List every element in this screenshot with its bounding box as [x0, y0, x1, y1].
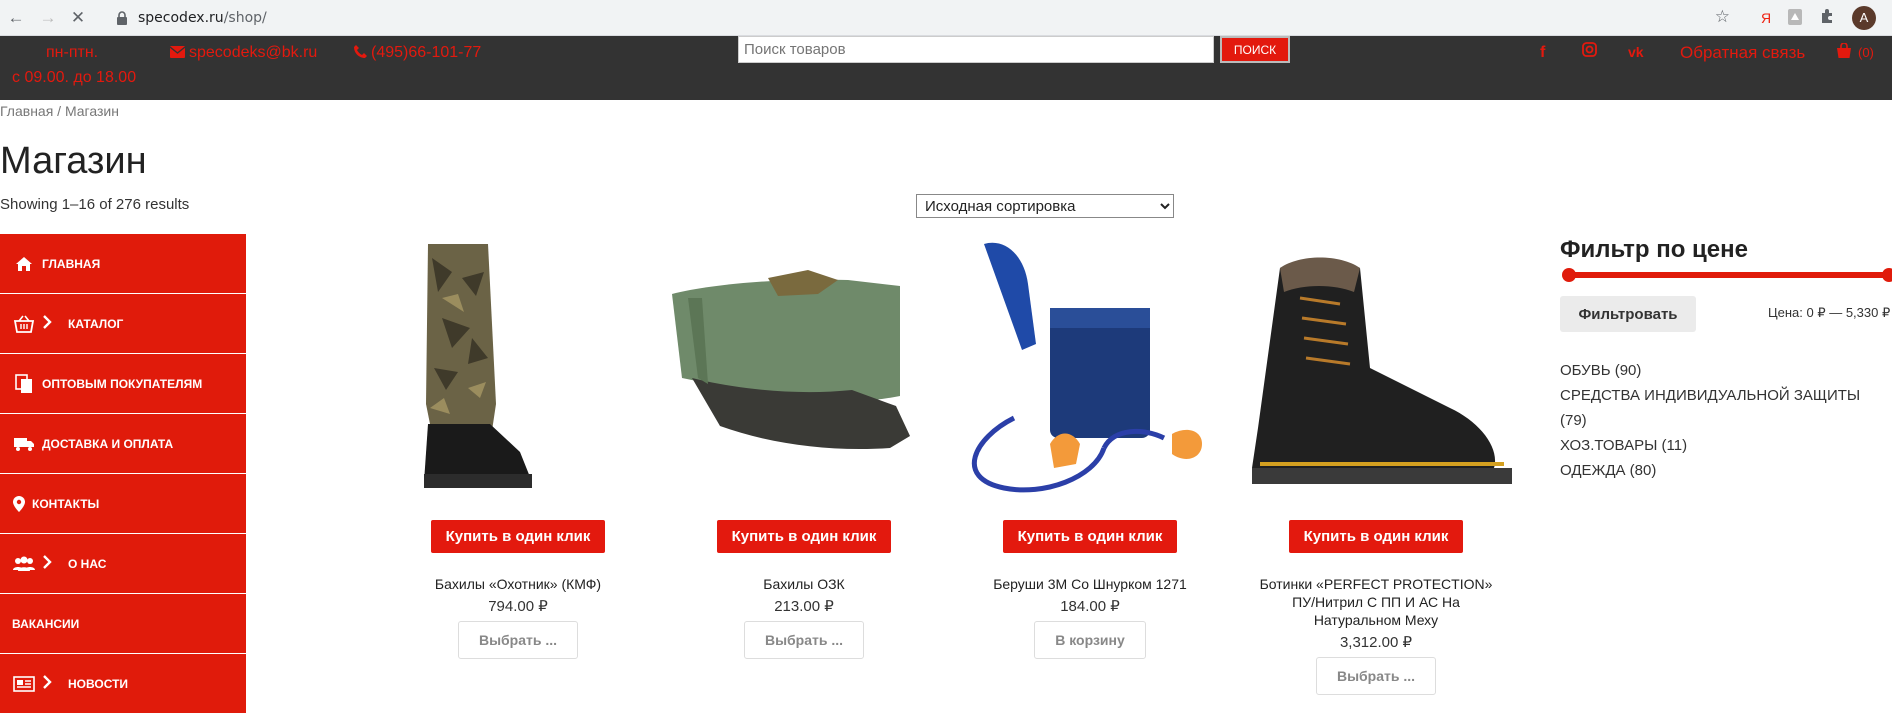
sidebar-item-delivery[interactable]: ДОСТАВКА И ОПЛАТА — [0, 414, 246, 474]
users-icon — [12, 554, 36, 574]
category-list: ОБУВЬ (90) СРЕДСТВА ИНДИВИДУАЛЬНОЙ ЗАЩИТ… — [1560, 358, 1880, 483]
product-card: Купить в один клик Бахилы ОЗК 213.00 ₽ В… — [668, 238, 940, 659]
sidebar-item-label: КАТАЛОГ — [68, 316, 124, 331]
cart-link[interactable]: (0) — [1836, 40, 1874, 65]
email-link[interactable]: specodeks@bk.ru — [169, 40, 317, 65]
product-image[interactable] — [954, 238, 1226, 496]
product-image[interactable] — [1240, 238, 1512, 496]
results-count: Showing 1–16 of 276 results — [0, 196, 190, 213]
envelope-icon — [169, 46, 186, 58]
category-item[interactable]: ОБУВЬ (90) — [1560, 358, 1880, 383]
hours-days: пн-птн. — [46, 44, 99, 61]
product-image[interactable] — [668, 238, 940, 496]
buy-one-click-button[interactable]: Купить в один клик — [430, 520, 606, 553]
add-to-cart-button[interactable]: В корзину — [1034, 621, 1146, 659]
feedback-link[interactable]: Обратная связь — [1680, 40, 1805, 65]
product-name[interactable]: Бахилы «Охотник» (КМФ) — [382, 575, 654, 593]
home-icon — [12, 254, 36, 274]
sidebar-item-home[interactable]: ГЛАВНАЯ — [0, 234, 246, 294]
profile-avatar[interactable]: A — [1852, 6, 1876, 30]
breadcrumb[interactable]: Главная / Магазин — [0, 103, 119, 119]
site-topbar: пн-птн. с 09.00. до 18.00 specodeks@bk.r… — [0, 36, 1892, 100]
category-item[interactable]: ХОЗ.ТОВАРЫ (11) — [1560, 433, 1880, 458]
buy-one-click-button[interactable]: Купить в один клик — [1288, 520, 1464, 553]
documents-icon — [12, 373, 36, 394]
newspaper-icon — [12, 674, 36, 694]
product-name[interactable]: Бахилы ОЗК — [668, 575, 940, 593]
address-bar[interactable]: specodex.ru/shop/ ☆ — [104, 4, 1744, 32]
sidebar-item-wholesale[interactable]: ОПТОВЫМ ПОКУПАТЕЛЯМ — [0, 354, 246, 414]
yandex-extension-icon[interactable]: Я — [1758, 8, 1774, 28]
sort-select[interactable]: Исходная сортировка — [916, 194, 1174, 218]
price-filter-title: Фильтр по цене — [1560, 236, 1748, 263]
working-hours: пн-птн. с 09.00. до 18.00 — [12, 40, 136, 90]
sidebar-item-label: О НАС — [68, 556, 107, 571]
price-slider-max-handle[interactable] — [1882, 268, 1892, 282]
filter-button[interactable]: Фильтровать — [1560, 296, 1696, 332]
search-button[interactable]: ПОИСК — [1220, 36, 1290, 63]
sidebar-item-label: НОВОСТИ — [68, 676, 129, 691]
search-input[interactable] — [738, 36, 1214, 63]
price-slider-min-handle[interactable] — [1562, 268, 1576, 282]
hours-time: с 09.00. до 18.00 — [12, 69, 137, 86]
sidebar-item-contacts[interactable]: КОНТАКТЫ — [0, 474, 246, 534]
product-card: Купить в один клик Беруши 3М Со Шнурком … — [954, 238, 1226, 659]
sidebar-item-label: ГЛАВНАЯ — [42, 256, 101, 271]
product-card: Купить в один клик Бахилы «Охотник» (КМФ… — [382, 238, 654, 659]
select-options-button[interactable]: Выбрать ... — [457, 621, 579, 659]
sidebar-menu: ГЛАВНАЯ КАТАЛОГ ОПТОВЫМ ПОКУПАТЕЛЯМ ДОСТ… — [0, 234, 246, 714]
sidebar-item-catalog[interactable]: КАТАЛОГ — [0, 294, 246, 354]
puzzle-extensions-icon[interactable] — [1818, 8, 1836, 28]
product-price: 184.00 ₽ — [1060, 598, 1120, 615]
truck-icon — [12, 434, 36, 454]
chevron-right-icon — [42, 675, 56, 692]
buy-one-click-button[interactable]: Купить в один клик — [1002, 520, 1178, 553]
phone-link[interactable]: (495)66-101-77 — [354, 40, 481, 65]
stop-loading-icon[interactable]: ✕ — [68, 8, 88, 28]
url-text: specodex.ru/shop/ — [138, 10, 267, 26]
forward-icon[interactable]: → — [38, 8, 58, 28]
basket-icon — [12, 314, 36, 334]
product-card: Купить в один клик Ботинки «PERFECT PROT… — [1240, 238, 1512, 695]
back-icon[interactable]: ← — [6, 8, 26, 28]
buy-one-click-button[interactable]: Купить в один клик — [716, 520, 892, 553]
product-price: 3,312.00 ₽ — [1339, 634, 1413, 651]
pdf-extension-icon[interactable] — [1786, 8, 1804, 28]
bookmark-star-icon[interactable]: ☆ — [1715, 7, 1730, 27]
chevron-right-icon — [42, 315, 56, 332]
category-item[interactable]: ОДЕЖДА (80) — [1560, 458, 1880, 483]
lock-icon — [117, 11, 127, 25]
select-options-button[interactable]: Выбрать ... — [1315, 657, 1437, 695]
price-slider[interactable] — [1562, 268, 1892, 282]
facebook-icon[interactable]: f — [1540, 40, 1545, 65]
product-image[interactable] — [382, 238, 654, 496]
price-range-label: Цена: 0 ₽ — 5,330 ₽ — [1768, 305, 1891, 320]
sidebar-item-about[interactable]: О НАС — [0, 534, 246, 594]
sidebar-item-label: ДОСТАВКА И ОПЛАТА — [42, 436, 174, 451]
category-item[interactable]: СРЕДСТВА ИНДИВИДУАЛЬНОЙ ЗАЩИТЫ (79) — [1560, 383, 1880, 433]
sidebar-item-label: ВАКАНСИИ — [12, 616, 80, 631]
page-title: Магазин — [0, 140, 147, 182]
product-name[interactable]: Ботинки «PERFECT PROTECTION» ПУ/Нитрил С… — [1240, 575, 1512, 629]
browser-toolbar: ← → ✕ specodex.ru/shop/ ☆ Я A — [0, 0, 1892, 36]
instagram-icon[interactable] — [1582, 40, 1597, 65]
phone-icon — [354, 45, 367, 58]
vk-icon[interactable]: vk — [1628, 40, 1644, 65]
select-options-button[interactable]: Выбрать ... — [743, 621, 865, 659]
sidebar-item-label: ОПТОВЫМ ПОКУПАТЕЛЯМ — [42, 376, 203, 391]
product-name[interactable]: Беруши 3М Со Шнурком 1271 — [954, 575, 1226, 593]
product-price: 794.00 ₽ — [488, 598, 548, 615]
shopping-bag-icon — [1837, 42, 1851, 58]
chevron-right-icon — [42, 555, 56, 572]
sidebar-item-news[interactable]: НОВОСТИ — [0, 654, 246, 714]
map-pin-icon — [12, 494, 26, 514]
sidebar-item-vacancies[interactable]: ВАКАНСИИ — [0, 594, 246, 654]
product-price: 213.00 ₽ — [774, 598, 834, 615]
sidebar-item-label: КОНТАКТЫ — [32, 496, 100, 511]
